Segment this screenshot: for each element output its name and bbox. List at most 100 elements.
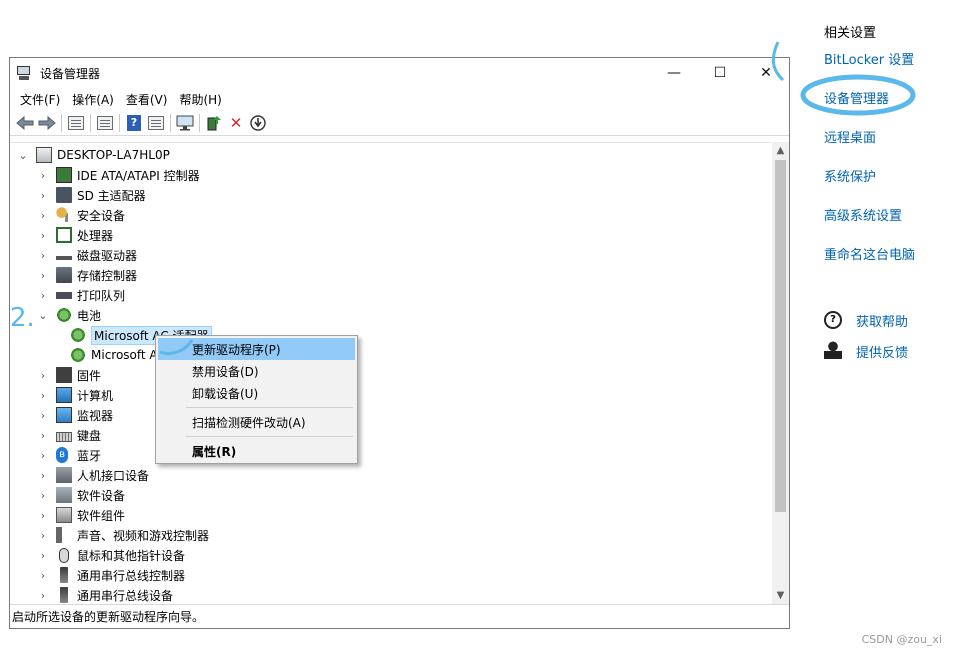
menu-uninstall-device[interactable]: 卸载设备(U) bbox=[158, 382, 355, 404]
tree-item[interactable]: › 存储控制器 bbox=[36, 265, 137, 285]
menu-update-driver[interactable]: 更新驱动程序(P) bbox=[158, 338, 355, 360]
help-icon[interactable]: ? bbox=[123, 112, 145, 134]
tree-item[interactable]: › 通用串行总线控制器 bbox=[36, 565, 185, 585]
usb-icon bbox=[60, 567, 68, 583]
link-system-protection[interactable]: 系统保护 bbox=[824, 166, 876, 185]
tree-item[interactable]: › 处理器 bbox=[36, 225, 113, 245]
software-device-icon bbox=[56, 487, 72, 503]
uninstall-icon[interactable]: ✕ bbox=[225, 112, 247, 134]
tree-item[interactable]: › 通用串行总线设备 bbox=[36, 585, 173, 604]
close-button[interactable]: ✕ bbox=[743, 58, 789, 88]
disk-drive-icon bbox=[56, 247, 72, 263]
tree-root[interactable]: ⌄ DESKTOP-LA7HL0P bbox=[16, 145, 170, 165]
chevron-right-icon[interactable]: › bbox=[36, 368, 50, 382]
link-bitlocker[interactable]: BitLocker 设置 bbox=[824, 49, 914, 68]
back-arrow-icon[interactable] bbox=[14, 112, 36, 134]
tree-item-label: 通用串行总线设备 bbox=[77, 588, 174, 603]
tree-item[interactable]: › IDE ATA/ATAPI 控制器 bbox=[36, 165, 200, 185]
chevron-down-icon[interactable]: ⌄ bbox=[36, 308, 50, 322]
properties-icon[interactable] bbox=[94, 112, 116, 134]
chevron-right-icon[interactable]: › bbox=[36, 568, 50, 582]
chevron-right-icon[interactable]: › bbox=[36, 508, 50, 522]
tree-item[interactable]: › 磁盘驱动器 bbox=[36, 245, 137, 265]
menu-help[interactable]: 帮助(H) bbox=[173, 91, 227, 108]
tree-item-label: 人机接口设备 bbox=[77, 468, 150, 483]
chevron-right-icon[interactable]: › bbox=[36, 188, 50, 202]
tree-item[interactable]: › 计算机 bbox=[36, 385, 113, 405]
tree-item[interactable]: › 打印队列 bbox=[36, 285, 125, 305]
chevron-right-icon[interactable]: › bbox=[36, 588, 50, 602]
related-settings-title: 相关设置 bbox=[824, 26, 877, 41]
scrollbar-thumb[interactable] bbox=[775, 160, 786, 512]
chevron-right-icon[interactable]: › bbox=[36, 548, 50, 562]
update-driver-icon[interactable] bbox=[203, 112, 225, 134]
chevron-right-icon[interactable]: › bbox=[36, 388, 50, 402]
sd-host-icon bbox=[56, 187, 72, 203]
tree-item-label: 磁盘驱动器 bbox=[77, 248, 138, 263]
chevron-right-icon[interactable]: › bbox=[36, 448, 50, 462]
tree-item[interactable]: › 鼠标和其他指针设备 bbox=[36, 545, 185, 565]
menu-properties[interactable]: 属性(R) bbox=[158, 440, 355, 462]
toolbar: ? ✕ bbox=[10, 110, 789, 136]
chevron-down-icon[interactable]: ⌄ bbox=[16, 148, 30, 162]
chevron-right-icon[interactable]: › bbox=[36, 268, 50, 282]
tree-item-label: 监视器 bbox=[77, 408, 114, 423]
tree-item[interactable]: › 声音、视频和游戏控制器 bbox=[36, 525, 209, 545]
tree-item-label: 存储控制器 bbox=[77, 268, 138, 283]
forward-arrow-icon[interactable] bbox=[36, 112, 58, 134]
tree-item[interactable]: › 固件 bbox=[36, 365, 101, 385]
chevron-right-icon[interactable]: › bbox=[36, 528, 50, 542]
device-tree: ⌄ DESKTOP-LA7HL0P › IDE ATA/ATAPI 控制器 › SD… bbox=[10, 142, 771, 604]
link-get-help[interactable]: 获取帮助 bbox=[856, 311, 908, 330]
chevron-right-icon[interactable]: › bbox=[36, 228, 50, 242]
tree-item-battery[interactable]: ⌄ 电池 bbox=[36, 305, 101, 325]
link-remote-desktop[interactable]: 远程桌面 bbox=[824, 127, 876, 146]
chevron-right-icon[interactable]: › bbox=[36, 488, 50, 502]
tree-item[interactable]: › 键盘 bbox=[36, 425, 101, 445]
vertical-scrollbar[interactable]: ▲ ▼ bbox=[772, 142, 789, 604]
menu-action[interactable]: 操作(A) bbox=[66, 91, 120, 108]
status-bar: 启动所选设备的更新驱动程序向导。 bbox=[10, 604, 789, 628]
tree-item[interactable]: › 人机接口设备 bbox=[36, 465, 149, 485]
chevron-right-icon[interactable]: › bbox=[36, 428, 50, 442]
title-bar[interactable]: 设备管理器 — ☐ ✕ bbox=[10, 58, 789, 88]
menu-file[interactable]: 文件(F) bbox=[14, 91, 66, 108]
chevron-right-icon[interactable]: › bbox=[36, 168, 50, 182]
menu-disable-device[interactable]: 禁用设备(D) bbox=[158, 360, 355, 382]
link-device-manager[interactable]: 设备管理器 bbox=[824, 88, 889, 107]
console-tree-icon[interactable] bbox=[65, 112, 87, 134]
monitor-icon[interactable] bbox=[174, 112, 196, 134]
chevron-right-icon[interactable]: › bbox=[36, 208, 50, 222]
chevron-right-icon[interactable]: › bbox=[36, 468, 50, 482]
toolbar-separator bbox=[199, 113, 200, 132]
tree-item[interactable]: › SD 主适配器 bbox=[36, 185, 146, 205]
chevron-right-icon[interactable]: › bbox=[36, 248, 50, 262]
chevron-right-icon[interactable]: › bbox=[36, 288, 50, 302]
link-feedback[interactable]: 提供反馈 bbox=[856, 342, 908, 361]
tree-child-battery[interactable]: Microsoft A bbox=[70, 345, 158, 365]
link-rename-pc[interactable]: 重命名这台电脑 bbox=[824, 244, 915, 263]
link-advanced-settings[interactable]: 高级系统设置 bbox=[824, 205, 902, 224]
scroll-up-icon[interactable]: ▲ bbox=[772, 142, 789, 159]
context-menu: 更新驱动程序(P) 禁用设备(D) 卸载设备(U) 扫描检测硬件改动(A) 属性… bbox=[155, 335, 358, 464]
tree-item[interactable]: › 软件设备 bbox=[36, 485, 125, 505]
tree-item[interactable]: › ʙ 蓝牙 bbox=[36, 445, 101, 465]
maximize-button[interactable]: ☐ bbox=[697, 58, 743, 88]
tree-item[interactable]: › 软件组件 bbox=[36, 505, 125, 525]
tree-item[interactable]: › 安全设备 bbox=[36, 205, 125, 225]
tree-item-label: 鼠标和其他指针设备 bbox=[77, 548, 186, 563]
monitor-icon bbox=[56, 407, 72, 423]
minimize-button[interactable]: — bbox=[651, 58, 697, 88]
tree-item-label: 处理器 bbox=[77, 228, 114, 243]
download-icon[interactable] bbox=[247, 112, 269, 134]
tree-item[interactable]: › 监视器 bbox=[36, 405, 113, 425]
tree-item-label: 打印队列 bbox=[77, 288, 126, 303]
tree-item-label: 键盘 bbox=[77, 428, 102, 443]
chevron-right-icon[interactable]: › bbox=[36, 408, 50, 422]
menu-scan-hardware[interactable]: 扫描检测硬件改动(A) bbox=[158, 411, 355, 433]
device-manager-icon bbox=[16, 65, 32, 81]
battery-icon bbox=[56, 307, 72, 323]
action-pane-icon[interactable] bbox=[145, 112, 167, 134]
scroll-down-icon[interactable]: ▼ bbox=[772, 587, 789, 604]
menu-view[interactable]: 查看(V) bbox=[120, 91, 174, 108]
